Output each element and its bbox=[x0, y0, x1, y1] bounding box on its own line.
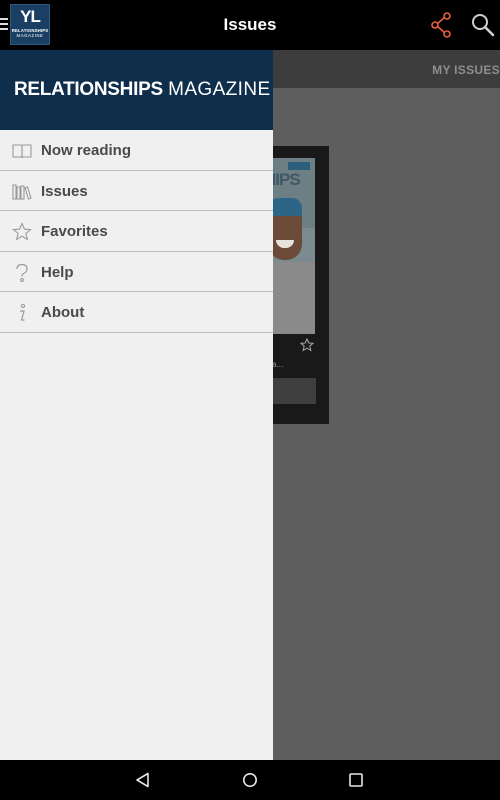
issue-caption: a... bbox=[272, 360, 284, 369]
drawer-item-label: Favorites bbox=[41, 223, 108, 241]
page-title: Issues bbox=[223, 15, 277, 34]
menu-icon[interactable] bbox=[0, 18, 8, 32]
question-icon bbox=[16, 263, 28, 282]
system-nav-bar bbox=[0, 760, 500, 800]
app-screen: YL RELATIONSHIPS MAGAZINE Issues MY ISSU… bbox=[0, 0, 500, 800]
tab-my-issues[interactable]: MY ISSUES bbox=[432, 63, 500, 77]
brand-light: MAGAZINE bbox=[168, 79, 271, 100]
drawer-item-now-reading[interactable]: Now reading bbox=[0, 130, 273, 171]
drawer-header: RELATIONSHIPS MAGAZINE bbox=[0, 50, 273, 130]
search-icon[interactable] bbox=[470, 12, 496, 38]
drawer-menu: Now reading Issues Favorites Help About bbox=[0, 130, 273, 333]
drawer-item-label: Issues bbox=[41, 182, 88, 200]
drawer-item-label: About bbox=[41, 304, 85, 322]
back-icon[interactable] bbox=[135, 772, 151, 788]
drawer-item-label: Help bbox=[41, 263, 74, 281]
navigation-drawer: RELATIONSHIPS MAGAZINE Now reading Issue… bbox=[0, 50, 273, 760]
logo-mark: YL bbox=[20, 7, 41, 26]
drawer-item-favorites[interactable]: Favorites bbox=[0, 211, 273, 252]
drawer-item-help[interactable]: Help bbox=[0, 252, 273, 293]
action-bar: YL RELATIONSHIPS MAGAZINE Issues bbox=[0, 0, 500, 50]
app-logo[interactable]: YL RELATIONSHIPS MAGAZINE bbox=[10, 4, 50, 45]
favorite-star-icon[interactable] bbox=[300, 338, 314, 352]
share-icon[interactable] bbox=[430, 12, 454, 38]
recents-icon[interactable] bbox=[348, 772, 364, 788]
drawer-item-about[interactable]: About bbox=[0, 292, 273, 333]
drawer-item-issues[interactable]: Issues bbox=[0, 171, 273, 212]
home-icon[interactable] bbox=[242, 772, 258, 788]
info-icon bbox=[20, 304, 26, 321]
book-icon bbox=[12, 144, 32, 159]
bookshelf-icon bbox=[12, 184, 32, 200]
star-icon bbox=[12, 222, 32, 241]
brand-bold: RELATIONSHIPS bbox=[14, 79, 163, 100]
logo-text-line2: MAGAZINE bbox=[16, 33, 44, 38]
drawer-brand: RELATIONSHIPS MAGAZINE bbox=[14, 79, 271, 101]
drawer-item-label: Now reading bbox=[41, 142, 132, 159]
